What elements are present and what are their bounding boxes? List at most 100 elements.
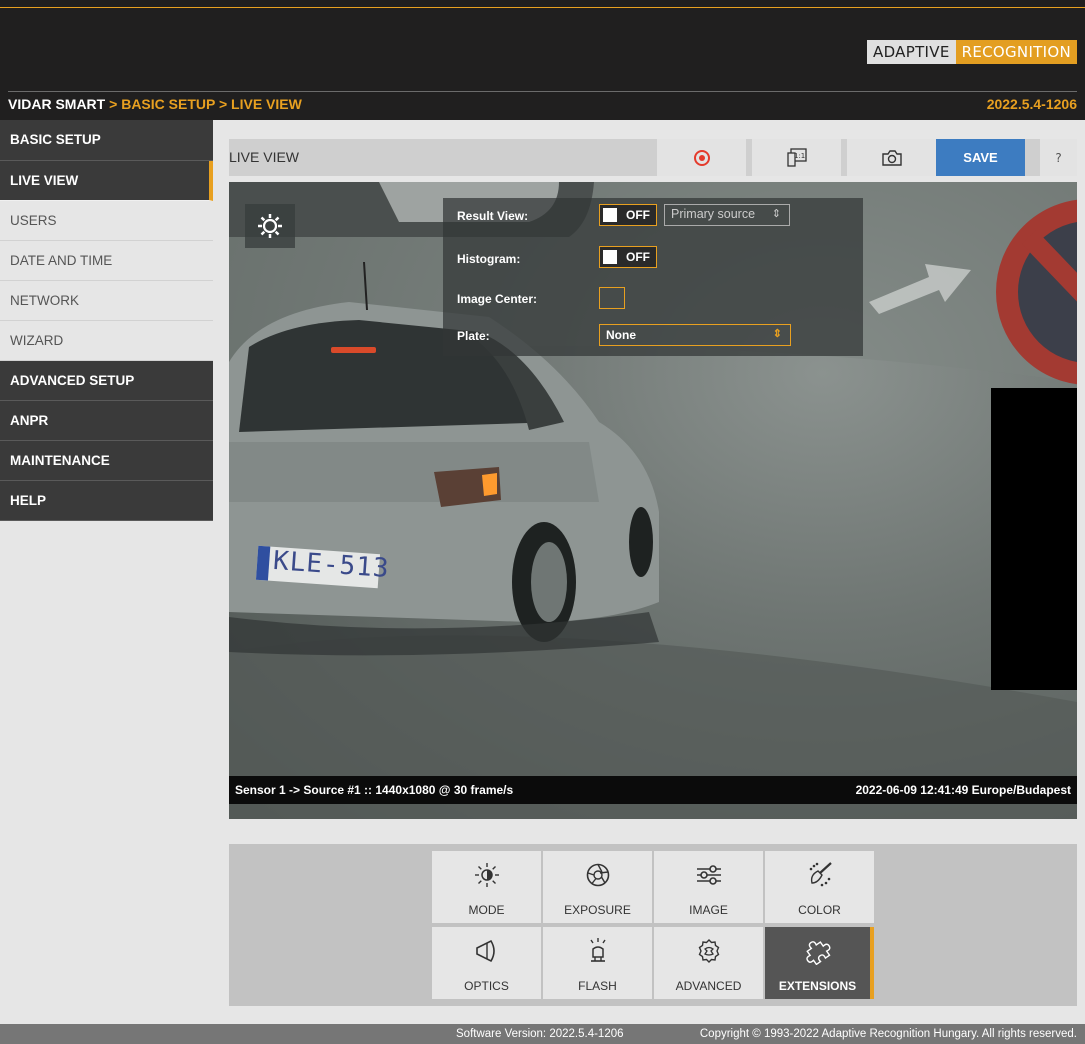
app-root: ADAPTIVE RECOGNITION VIDAR SMART > BASIC…: [0, 0, 1085, 1044]
sidebar-item-users[interactable]: USERS: [0, 201, 213, 241]
sidebar-item-wizard[interactable]: WIZARD: [0, 321, 213, 361]
toggle-state: OFF: [626, 208, 650, 222]
sidebar: BASIC SETUP LIVE VIEW USERS DATE AND TIM…: [0, 120, 213, 1024]
header: ADAPTIVE RECOGNITION VIDAR SMART > BASIC…: [0, 0, 1085, 120]
version-label: 2022.5.4-1206: [986, 96, 1077, 112]
breadcrumb-section[interactable]: BASIC SETUP: [121, 96, 215, 112]
source-select[interactable]: Primary source ⇕: [664, 204, 790, 226]
breadcrumb-separator: >: [215, 96, 232, 112]
image-center-checkbox[interactable]: [599, 287, 625, 309]
breadcrumb-root[interactable]: VIDAR SMART: [8, 96, 105, 112]
puzzle-icon: [804, 937, 832, 965]
timestamp: 2022-06-09 12:41:49 Europe/Budapest: [855, 783, 1071, 797]
breadcrumb: VIDAR SMART > BASIC SETUP > LIVE VIEW: [8, 96, 302, 112]
sidebar-item-maintenance[interactable]: MAINTENANCE: [0, 441, 213, 481]
header-divider: [8, 91, 1077, 92]
optics-tile[interactable]: OPTICS: [432, 927, 541, 999]
sidebar-item-label: HELP: [10, 493, 47, 508]
save-button[interactable]: SAVE: [936, 139, 1025, 176]
sidebar-item-live-view[interactable]: LIVE VIEW: [0, 161, 213, 201]
tile-label: FLASH: [578, 979, 617, 993]
result-view-toggle[interactable]: OFF: [599, 204, 657, 226]
sidebar-item-label: ADVANCED SETUP: [10, 373, 135, 388]
toggle-knob: [603, 250, 617, 264]
sidebar-item-label: ANPR: [10, 413, 49, 428]
flash-tile[interactable]: FLASH: [543, 927, 652, 999]
record-icon: [693, 149, 710, 166]
panel-toolbar: LIVE VIEW 1:1 SAVE ?: [229, 139, 1077, 176]
tile-label: ADVANCED: [675, 979, 742, 993]
sensor-info: Sensor 1 -> Source #1 :: 1440x1080 @ 30 …: [235, 783, 514, 797]
sidebar-item-help[interactable]: HELP: [0, 481, 213, 521]
image-center-label: Image Center:: [457, 292, 538, 306]
exposure-tile[interactable]: EXPOSURE: [543, 851, 652, 923]
sidebar-item-label: USERS: [10, 213, 57, 228]
palette-brush-icon: [806, 861, 834, 889]
stream-status-bar: Sensor 1 -> Source #1 :: 1440x1080 @ 30 …: [229, 776, 1077, 804]
image-settings-toggle[interactable]: [245, 204, 295, 248]
sidebar-item-label: MAINTENANCE: [10, 453, 110, 468]
brand-logo-left: ADAPTIVE: [867, 40, 956, 64]
tile-label: EXPOSURE: [564, 903, 631, 917]
header-accent-line: [0, 0, 1085, 8]
image-tile[interactable]: IMAGE: [654, 851, 763, 923]
privacy-mask-block: [991, 388, 1077, 690]
aperture-icon: [585, 861, 611, 889]
record-button[interactable]: [657, 139, 746, 176]
result-view-label: Result View:: [457, 209, 529, 223]
live-view-panel: LIVE VIEW 1:1 SAVE ? KLE-513 Result View…: [229, 139, 1077, 1006]
camera-live-image[interactable]: KLE-513 Result View: OFF Primary source …: [229, 182, 1077, 819]
sidebar-item-advanced-setup[interactable]: ADVANCED SETUP: [0, 361, 213, 401]
copyright: Copyright © 1993-2022 Adaptive Recogniti…: [699, 1028, 1077, 1040]
svg-text:1:1: 1:1: [794, 152, 805, 160]
sidebar-item-label: WIZARD: [10, 333, 64, 348]
page-title: LIVE VIEW: [229, 149, 300, 165]
sidebar-item-network[interactable]: NETWORK: [0, 281, 213, 321]
software-version: Software Version: 2022.5.4-1206: [456, 1028, 624, 1040]
plate-label: Plate:: [457, 329, 490, 343]
source-select-value: Primary source: [671, 207, 756, 221]
aspect-1-1-icon: 1:1: [786, 147, 807, 167]
tile-label: OPTICS: [464, 979, 509, 993]
lens-icon: [473, 937, 501, 965]
sidebar-item-anpr[interactable]: ANPR: [0, 401, 213, 441]
tile-label: EXTENSIONS: [778, 979, 857, 993]
select-arrows-icon: ⇕: [772, 328, 782, 340]
histogram-toggle[interactable]: OFF: [599, 246, 657, 268]
snapshot-button[interactable]: [847, 139, 936, 176]
tile-label: IMAGE: [689, 903, 728, 917]
sidebar-item-basic-setup[interactable]: BASIC SETUP: [0, 120, 213, 161]
camera-settings-panel: MODE EXPOSURE IMAGE COLOR OPTICS FLASH A…: [229, 844, 1077, 1006]
brand-logo: ADAPTIVE RECOGNITION: [867, 40, 1077, 64]
brand-logo-right: RECOGNITION: [955, 40, 1077, 64]
color-tile[interactable]: COLOR: [765, 851, 874, 923]
sliders-icon: [695, 861, 723, 889]
toggle-state: OFF: [626, 250, 650, 264]
sidebar-item-date-and-time[interactable]: DATE AND TIME: [0, 241, 213, 281]
toggle-knob: [603, 208, 617, 222]
tile-label: COLOR: [798, 903, 841, 917]
plate-select[interactable]: None ⇕: [599, 324, 791, 346]
sidebar-item-label: BASIC SETUP: [10, 132, 101, 147]
mode-tile[interactable]: MODE: [432, 851, 541, 923]
breadcrumb-separator: >: [105, 96, 122, 112]
plate-select-value: None: [606, 328, 636, 342]
settings-wrench-icon: [696, 937, 722, 965]
histogram-label: Histogram:: [457, 252, 521, 266]
display-options-overlay: Result View: OFF Primary source ⇕ Histog…: [443, 198, 863, 356]
sidebar-item-label: NETWORK: [10, 293, 79, 308]
brightness-icon: [473, 861, 501, 889]
breadcrumb-page: LIVE VIEW: [231, 96, 302, 112]
flash-bulb-icon: [586, 937, 610, 965]
select-arrows-icon: ⇕: [771, 208, 781, 220]
help-button[interactable]: ?: [1040, 139, 1077, 176]
footer: Software Version: 2022.5.4-1206 Copyrigh…: [0, 1024, 1085, 1044]
actual-size-button[interactable]: 1:1: [752, 139, 841, 176]
brightness-settings-icon: [258, 214, 282, 238]
sidebar-item-label: DATE AND TIME: [10, 253, 113, 268]
sidebar-item-label: LIVE VIEW: [10, 173, 79, 188]
extensions-tile[interactable]: EXTENSIONS: [765, 927, 874, 999]
tile-label: MODE: [468, 903, 505, 917]
advanced-tile[interactable]: ADVANCED: [654, 927, 763, 999]
camera-icon: [881, 149, 902, 166]
